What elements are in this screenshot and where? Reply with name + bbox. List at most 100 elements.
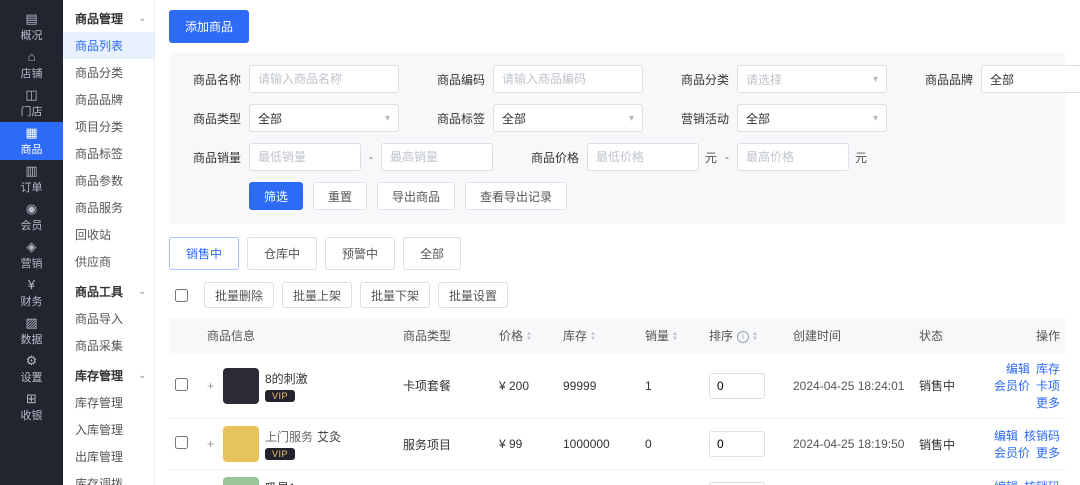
batch-button[interactable]: 批量设置 (438, 282, 509, 308)
tab-预警中[interactable]: 预警中 (325, 237, 396, 270)
submenu-section-goods-manage[interactable]: 商品管理 ⌄ (63, 2, 154, 32)
secondary-sidebar: 商品管理 ⌄ 商品列表 商品分类 商品品牌 项目分类 商品标签 商品参数 商品服务 回收站 供应商商… (63, 0, 155, 485)
price-max-input[interactable] (737, 143, 850, 171)
batch-actions-row: 批量删除 批量上架 批量下架 批量设置 (169, 282, 1066, 308)
table-row: +吸星1VIP 服务项目¥ 1001000000 2024-04-25 18:19:… (169, 469, 1066, 485)
sort-input[interactable] (709, 431, 765, 457)
select-all-checkbox[interactable] (175, 288, 188, 302)
column-header[interactable]: 排序 i ▲ ▼ (703, 318, 787, 353)
product-thumbnail (223, 477, 259, 485)
sidebar-item-overview[interactable]: ▤ 概况 (0, 8, 63, 46)
tab-全部[interactable]: 全部 (403, 237, 462, 270)
product-thumbnail (223, 426, 259, 462)
submenu-item[interactable]: 库存管理 (63, 389, 154, 416)
expand-icon[interactable]: + (207, 437, 217, 451)
brand-select[interactable]: 全部 ▾ (981, 65, 1080, 93)
submenu-item[interactable]: 商品参数 (63, 167, 154, 194)
product-sales: 1 (639, 353, 703, 419)
tag-select[interactable]: 全部 ▾ (493, 104, 643, 132)
row-checkbox[interactable] (175, 436, 188, 449)
marketing-icon: ◈ (26, 238, 37, 254)
op-link-编辑[interactable]: 编辑 (1006, 360, 1030, 377)
submenu-item[interactable]: 库存调拨 (63, 470, 154, 485)
submenu-item[interactable]: 商品标签 (63, 140, 154, 167)
sidebar-item-orders[interactable]: ▥ 订单 (0, 160, 63, 198)
op-link-编辑[interactable]: 编辑 (994, 478, 1018, 485)
activity-select[interactable]: 全部 ▾ (737, 104, 887, 132)
submenu-item[interactable]: 供应商 (63, 248, 154, 275)
submenu-item[interactable]: 商品服务 (63, 194, 154, 221)
sort-input[interactable] (709, 372, 765, 399)
sidebar-item-marketing[interactable]: ◈ 营销 (0, 236, 63, 274)
sidebar-item-cashier[interactable]: ⊞ 收银 (0, 388, 63, 426)
type-select-value: 全部 (258, 111, 283, 126)
column-header[interactable]: 价格 ▲ ▼ (493, 318, 557, 353)
sidebar-item-stores[interactable]: ◫ 门店 (0, 84, 63, 122)
sidebar-item-data[interactable]: ▨ 数据 (0, 312, 63, 350)
expand-icon[interactable]: + (207, 379, 217, 393)
status-text: 销售中 (913, 418, 971, 470)
submenu-item[interactable]: 出库管理 (63, 443, 154, 470)
product-name-input[interactable] (249, 65, 399, 93)
category-select[interactable]: 请选择 ▾ (737, 65, 887, 93)
submenu-item[interactable]: 商品列表 (63, 32, 154, 59)
sales-min-input[interactable] (249, 143, 361, 171)
filter-row-3: 商品销量 - 商品价格 元 - 元 (183, 143, 1052, 171)
sales-max-input[interactable] (381, 143, 493, 171)
tab-销售中[interactable]: 销售中 (169, 237, 240, 270)
filter-buttons-row: 筛选 重置 导出商品 查看导出记录 (249, 182, 1052, 210)
filter-button[interactable]: 筛选 (249, 182, 304, 210)
op-link-卡项[interactable]: 卡项 (1036, 377, 1060, 394)
sidebar-item-settings[interactable]: ⚙ 设置 (0, 350, 63, 388)
shop-icon: ⌂ (27, 48, 36, 64)
op-link-会员价[interactable]: 会员价 (994, 444, 1030, 461)
submenu-section-goods-tools[interactable]: 商品工具 ⌄ (63, 275, 154, 305)
submenu-item[interactable]: 商品分类 (63, 59, 154, 86)
submenu-item[interactable]: 商品品牌 (63, 86, 154, 113)
batch-button[interactable]: 批量上架 (282, 282, 353, 308)
column-header[interactable]: 销量 ▲ ▼ (639, 318, 703, 353)
export-log-button[interactable]: 查看导出记录 (465, 182, 568, 210)
submenu-item[interactable]: 项目分类 (63, 113, 154, 140)
price-unit: 元 (705, 150, 718, 165)
op-link-编辑[interactable]: 编辑 (994, 427, 1018, 444)
sort-icon[interactable]: ▲ ▼ (752, 331, 758, 342)
product-code-input[interactable] (493, 65, 643, 93)
product-stock: 1000000 (557, 418, 639, 470)
row-checkbox[interactable] (175, 377, 188, 391)
column-header[interactable]: 库存 ▲ ▼ (557, 318, 639, 353)
sidebar-item-finance[interactable]: ¥ 财务 (0, 274, 63, 312)
op-link-会员价[interactable]: 会员价 (994, 377, 1030, 394)
submenu-item[interactable]: 商品采集 (63, 332, 154, 359)
export-button[interactable]: 导出商品 (377, 182, 456, 210)
sort-icon[interactable]: ▲ ▼ (590, 331, 596, 342)
batch-button[interactable]: 批量删除 (204, 282, 275, 308)
sidebar-item-shop[interactable]: ⌂ 店铺 (0, 46, 63, 84)
product-price: ¥ 200 (493, 353, 557, 419)
add-product-button[interactable]: 添加商品 (169, 10, 250, 43)
op-link-库存[interactable]: 库存 (1036, 360, 1060, 377)
main-content: 添加商品 商品名称 商品编码 商品分类 请选择 ▾ (155, 0, 1080, 485)
members-icon: ◉ (25, 200, 38, 216)
sidebar-item-label: 数据 (20, 333, 43, 346)
price-min-input[interactable] (587, 143, 699, 171)
submenu-item[interactable]: 入库管理 (63, 416, 154, 443)
sidebar-item-goods[interactable]: ▦ 商品 (0, 122, 63, 160)
submenu-section-stock-manage[interactable]: 库存管理 ⌄ (63, 359, 154, 389)
app-root: ▤ 概况 ⌂ 店铺 ◫ 门店 ▦ 商品 ▥ 订单 ◉ 会员 ◈ 营销 ¥ 财务 ▨ 数据 ⚙ 设置 ⊞ 收银 商品管理 ⌄ 商… (0, 0, 1080, 485)
batch-button[interactable]: 批量下架 (360, 282, 431, 308)
op-link-核销码[interactable]: 核销码 (1024, 478, 1060, 485)
op-link-更多[interactable]: 更多 (1036, 444, 1060, 461)
sort-icon[interactable]: ▲ ▼ (672, 331, 678, 342)
submenu-item[interactable]: 回收站 (63, 221, 154, 248)
op-link-更多[interactable]: 更多 (1036, 394, 1060, 411)
tab-仓库中[interactable]: 仓库中 (247, 237, 318, 270)
sidebar-item-label: 门店 (20, 105, 43, 118)
type-select[interactable]: 全部 ▾ (249, 104, 399, 132)
sales-label: 商品销量 (192, 150, 241, 165)
sort-icon[interactable]: ▲ ▼ (526, 331, 532, 342)
sidebar-item-members[interactable]: ◉ 会员 (0, 198, 63, 236)
reset-button[interactable]: 重置 (313, 182, 368, 210)
op-link-核销码[interactable]: 核销码 (1024, 427, 1060, 444)
submenu-item[interactable]: 商品导入 (63, 305, 154, 332)
